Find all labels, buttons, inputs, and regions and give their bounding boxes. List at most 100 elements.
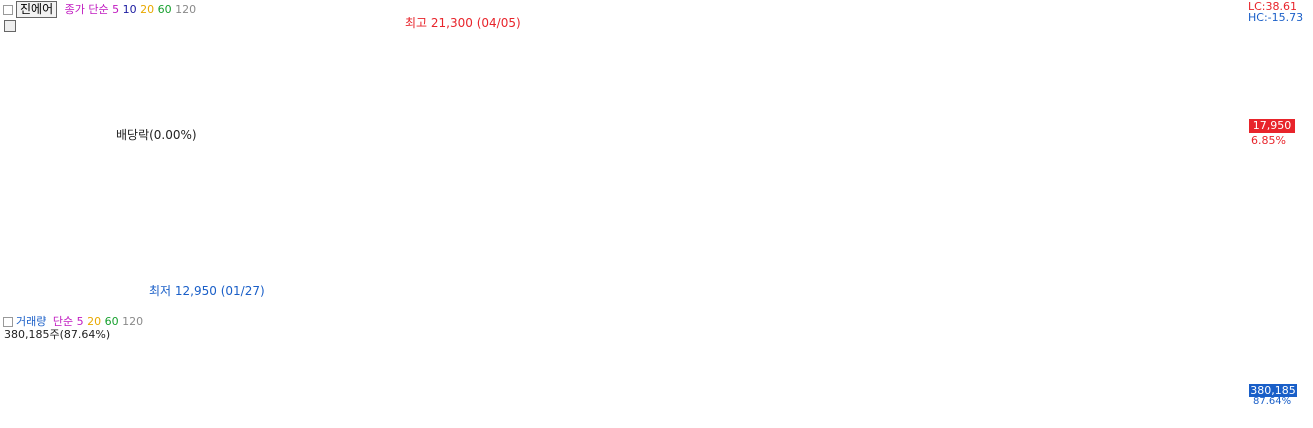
candle-body xyxy=(663,132,667,139)
volume-bar xyxy=(1077,405,1081,407)
x-tick-label: 03 xyxy=(394,414,407,425)
volume-bar xyxy=(794,405,798,407)
candle-body xyxy=(1114,173,1118,182)
volume-bar xyxy=(311,406,315,408)
candle-body xyxy=(238,168,242,173)
volume-bar xyxy=(348,405,352,407)
volume-bar xyxy=(799,405,803,407)
pane-collapse-icon[interactable] xyxy=(3,5,13,15)
candle-body xyxy=(33,113,38,134)
price-tick-label: 16,000 xyxy=(1252,186,1287,197)
low-annotation: 최저 12,950 (01/27) xyxy=(149,284,265,298)
hc-value: HC:-15.73 xyxy=(1248,11,1304,24)
volume-bar xyxy=(416,405,420,407)
candle-body xyxy=(668,137,672,140)
candle-body xyxy=(841,180,845,199)
volume-bar xyxy=(359,405,363,407)
volume-bar xyxy=(809,405,813,407)
volume-bar xyxy=(1145,405,1149,407)
ma-period-10: 10 xyxy=(122,3,137,16)
candle-body xyxy=(7,89,11,94)
volume-bar xyxy=(1208,405,1212,407)
volume-bar xyxy=(526,405,530,407)
volume-bar xyxy=(956,405,960,407)
volume-bar xyxy=(421,405,425,407)
ma120-line xyxy=(3,30,1211,182)
candle-body xyxy=(783,116,787,136)
candle-body xyxy=(44,133,48,149)
volume-bar xyxy=(579,406,583,408)
volume-bar xyxy=(663,405,667,407)
candle-body xyxy=(374,129,378,135)
candle-body xyxy=(579,34,583,49)
volume-bar xyxy=(222,405,226,407)
volume-bar xyxy=(768,405,772,407)
candle-body xyxy=(395,165,399,168)
candle-body xyxy=(657,133,662,138)
candle-body xyxy=(437,180,441,185)
volume-bar xyxy=(925,405,929,407)
volume-bar xyxy=(112,406,116,408)
volume-bar xyxy=(804,329,808,407)
pane-maximize-icon[interactable] xyxy=(1298,310,1313,320)
candle-body xyxy=(605,63,609,74)
candle-body xyxy=(631,97,635,102)
candle-body xyxy=(70,175,74,188)
candle-body xyxy=(594,50,599,59)
volume-bar xyxy=(91,405,95,407)
volume-bar xyxy=(60,405,64,407)
volume-bar xyxy=(322,406,326,408)
volume-bar xyxy=(904,405,908,407)
volume-bar xyxy=(720,405,724,407)
volume-bar xyxy=(317,406,321,408)
volume-bar xyxy=(878,405,882,407)
price-change: 6.85% xyxy=(1251,134,1286,147)
volume-bar xyxy=(343,406,347,408)
volume-bar xyxy=(327,405,331,407)
candle-body xyxy=(1150,152,1154,154)
candle-body xyxy=(621,70,625,81)
volume-bar xyxy=(165,406,169,408)
x-tick-label: 02 xyxy=(288,414,301,425)
volume-bar xyxy=(988,406,992,408)
price-tick-label: 13,000 xyxy=(1252,283,1287,294)
candle-body xyxy=(1009,262,1013,272)
candle-body xyxy=(788,113,793,123)
volume-bar xyxy=(269,406,273,408)
candle-body xyxy=(815,135,819,137)
candle-body xyxy=(1176,183,1181,185)
volume-bar xyxy=(243,406,247,408)
candle-body xyxy=(65,173,69,176)
candle-body xyxy=(364,139,368,141)
candle-body xyxy=(1040,254,1044,273)
volume-bar xyxy=(364,405,368,407)
candle-body xyxy=(185,167,190,169)
candle-body xyxy=(610,71,614,73)
volume-bar xyxy=(563,405,567,407)
candle-body xyxy=(337,111,342,116)
candle-body xyxy=(940,238,945,240)
symbol-button[interactable]: 진에어 xyxy=(16,1,58,18)
volume-bar xyxy=(710,405,714,407)
volume-bar xyxy=(427,405,431,407)
volume-bar xyxy=(39,406,43,408)
candle-body xyxy=(836,167,840,178)
volume-bar xyxy=(1072,405,1076,407)
candle-body xyxy=(537,79,541,91)
volume-bar xyxy=(962,406,966,408)
candle-body xyxy=(531,87,536,106)
candle-body xyxy=(1140,142,1144,155)
candle-body xyxy=(180,169,184,172)
volume-bar xyxy=(967,406,971,408)
volume-bar xyxy=(107,405,111,407)
volume-bar xyxy=(983,406,987,408)
volume-bar xyxy=(626,405,630,407)
volume-bar xyxy=(18,406,22,408)
volume-bar xyxy=(1093,406,1097,408)
volume-bar xyxy=(102,405,106,407)
grid-toggle-icon[interactable] xyxy=(4,20,16,32)
x-tick-label: 09/20 xyxy=(1256,414,1285,425)
volume-bar xyxy=(1171,405,1175,407)
volume-bar xyxy=(2,405,6,407)
candle-body xyxy=(552,40,557,63)
